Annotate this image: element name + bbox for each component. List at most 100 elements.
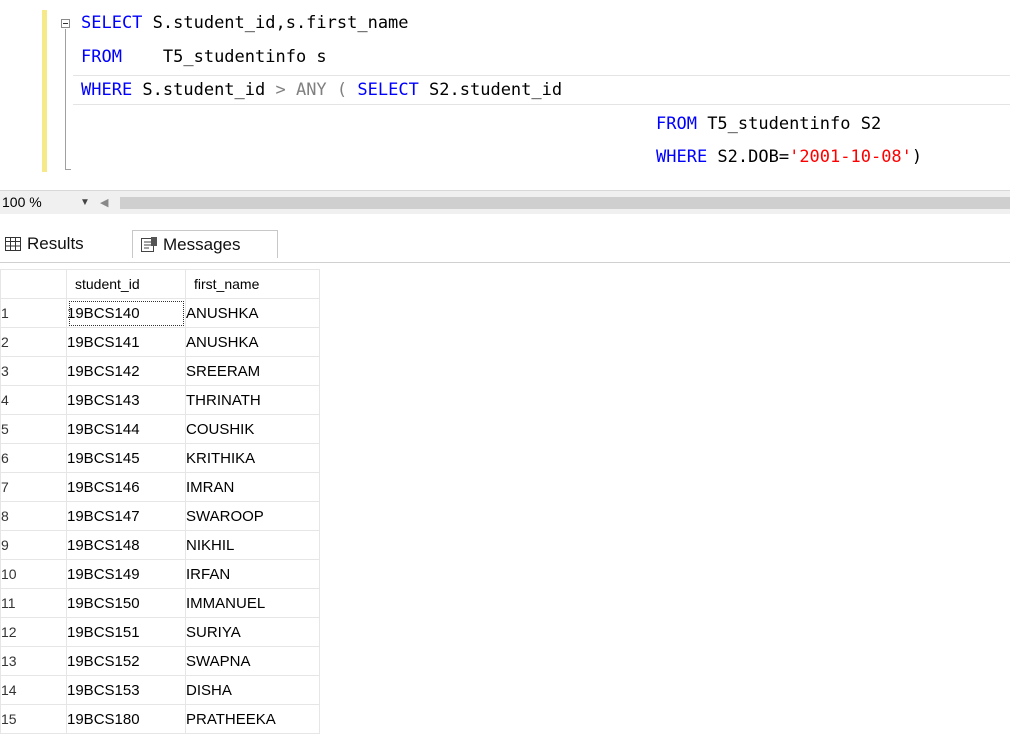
code-text: T5_studentinfo s xyxy=(121,47,327,67)
horizontal-scrollbar[interactable] xyxy=(120,197,1010,209)
change-tracking-bar xyxy=(42,10,47,172)
tab-messages-label: Messages xyxy=(163,234,241,254)
code-text: S2.student_id xyxy=(418,80,563,100)
code-line-2[interactable]: FROM T5_studentinfo s xyxy=(81,46,327,68)
table-row[interactable]: 12 19BCS151 SURIYA xyxy=(0,617,320,647)
code-line-5[interactable]: WHERE S2.DOB='2001-10-08') xyxy=(656,146,922,168)
code-text: ) xyxy=(911,147,923,167)
code-text: T5_studentinfo S2 xyxy=(696,114,882,134)
cell-student-id[interactable]: 19BCS143 xyxy=(66,385,186,415)
cell-first-name[interactable]: ANUSHKA xyxy=(185,298,320,328)
keyword: FROM xyxy=(656,114,697,134)
row-number[interactable]: 15 xyxy=(0,704,67,734)
cell-first-name[interactable]: DISHA xyxy=(185,675,320,705)
cell-student-id[interactable]: 19BCS147 xyxy=(66,501,186,531)
cell-first-name[interactable]: SURIYA xyxy=(185,617,320,647)
keyword: WHERE xyxy=(656,147,708,167)
cell-first-name[interactable]: IMRAN xyxy=(185,472,320,502)
code-line-1[interactable]: SELECT S.student_id,s.first_name xyxy=(81,12,409,34)
keyword: SELECT xyxy=(357,80,419,100)
column-header-first-name[interactable]: first_name xyxy=(185,269,320,299)
table-row[interactable]: 8 19BCS147 SWAROOP xyxy=(0,501,320,531)
cell-student-id[interactable]: 19BCS144 xyxy=(66,414,186,444)
table-row[interactable]: 13 19BCS152 SWAPNA xyxy=(0,646,320,676)
cell-first-name[interactable]: IRFAN xyxy=(185,559,320,589)
row-number[interactable]: 2 xyxy=(0,327,67,357)
table-row[interactable]: 4 19BCS143 THRINATH xyxy=(0,385,320,415)
keyword: WHERE xyxy=(81,80,133,100)
row-number[interactable]: 10 xyxy=(0,559,67,589)
cell-student-id[interactable]: 19BCS148 xyxy=(66,530,186,560)
table-row[interactable]: 6 19BCS145 KRITHIKA xyxy=(0,443,320,473)
cell-first-name[interactable]: PRATHEEKA xyxy=(185,704,320,734)
results-grid: student_id first_name 1 19BCS140 ANUSHKA 2 1… xyxy=(0,262,1010,750)
table-row[interactable]: 5 19BCS144 COUSHIK xyxy=(0,414,320,444)
cell-student-id[interactable]: 19BCS149 xyxy=(66,559,186,589)
row-number[interactable]: 4 xyxy=(0,385,67,415)
row-number[interactable]: 11 xyxy=(0,588,67,618)
cell-first-name[interactable]: SWAROOP xyxy=(185,501,320,531)
cell-first-name[interactable]: KRITHIKA xyxy=(185,443,320,473)
table-row[interactable]: 3 19BCS142 SREERAM xyxy=(0,356,320,386)
table-row[interactable]: 2 19BCS141 ANUSHKA xyxy=(0,327,320,357)
cell-student-id[interactable]: 19BCS153 xyxy=(66,675,186,705)
row-number[interactable]: 3 xyxy=(0,356,67,386)
table-row[interactable]: 1 19BCS140 ANUSHKA xyxy=(0,298,320,328)
zoom-dropdown-icon[interactable]: ▼ xyxy=(80,197,90,208)
cell-first-name[interactable]: SREERAM xyxy=(185,356,320,386)
row-number[interactable]: 12 xyxy=(0,617,67,647)
row-number[interactable]: 5 xyxy=(0,414,67,444)
collapse-outline-icon[interactable] xyxy=(61,19,70,28)
header-row: student_id first_name xyxy=(0,269,320,299)
results-table: student_id first_name 1 19BCS140 ANUSHKA 2 1… xyxy=(0,269,320,734)
cell-student-id[interactable]: 19BCS141 xyxy=(66,327,186,357)
cell-student-id[interactable]: 19BCS145 xyxy=(66,443,186,473)
scroll-left-icon[interactable]: ◀ xyxy=(100,196,108,209)
string-literal: '2001-10-08' xyxy=(789,147,912,167)
table-row[interactable]: 10 19BCS149 IRFAN xyxy=(0,559,320,589)
outline-guide-end xyxy=(65,169,71,170)
operator: > ANY ( xyxy=(275,80,348,100)
row-number-header[interactable] xyxy=(0,269,67,299)
code-line-3[interactable]: WHERE S.student_id > ANY ( SELECT S2.stu… xyxy=(81,79,562,101)
tab-results-label: Results xyxy=(27,234,84,253)
row-number[interactable]: 9 xyxy=(0,530,67,560)
cell-first-name[interactable]: NIKHIL xyxy=(185,530,320,560)
row-number[interactable]: 6 xyxy=(0,443,67,473)
cell-student-id[interactable]: 19BCS151 xyxy=(66,617,186,647)
column-header-student-id[interactable]: student_id xyxy=(66,269,186,299)
results-tabs: Results Messages xyxy=(0,214,1010,260)
row-number[interactable]: 14 xyxy=(0,675,67,705)
cell-student-id[interactable]: 19BCS140 xyxy=(66,298,186,328)
zoom-level[interactable]: 100 % xyxy=(2,194,42,210)
cell-first-name[interactable]: THRINATH xyxy=(185,385,320,415)
grid-icon xyxy=(5,237,21,251)
code-line-4[interactable]: FROM T5_studentinfo S2 xyxy=(656,113,881,135)
table-row[interactable]: 9 19BCS148 NIKHIL xyxy=(0,530,320,560)
cell-first-name[interactable]: COUSHIK xyxy=(185,414,320,444)
zoom-strip: 100 % ▼ ◀ xyxy=(0,190,1010,215)
cell-first-name[interactable]: SWAPNA xyxy=(185,646,320,676)
row-number[interactable]: 1 xyxy=(0,298,67,328)
cell-first-name[interactable]: IMMANUEL xyxy=(185,588,320,618)
cell-first-name[interactable]: ANUSHKA xyxy=(185,327,320,357)
keyword: SELECT xyxy=(81,13,143,33)
messages-icon xyxy=(141,237,157,252)
table-row[interactable]: 14 19BCS153 DISHA xyxy=(0,675,320,705)
cell-student-id[interactable]: 19BCS146 xyxy=(66,472,186,502)
table-row[interactable]: 15 19BCS180 PRATHEEKA xyxy=(0,704,320,734)
row-number[interactable]: 7 xyxy=(0,472,67,502)
cell-student-id[interactable]: 19BCS142 xyxy=(66,356,186,386)
table-row[interactable]: 7 19BCS146 IMRAN xyxy=(0,472,320,502)
editor-gutter xyxy=(0,0,42,190)
row-number[interactable]: 13 xyxy=(0,646,67,676)
row-number[interactable]: 8 xyxy=(0,501,67,531)
keyword: FROM xyxy=(81,47,122,67)
tab-messages[interactable]: Messages xyxy=(132,230,278,258)
tab-results[interactable]: Results xyxy=(0,230,130,258)
cell-student-id[interactable]: 19BCS152 xyxy=(66,646,186,676)
cell-student-id[interactable]: 19BCS180 xyxy=(66,704,186,734)
table-row[interactable]: 11 19BCS150 IMMANUEL xyxy=(0,588,320,618)
sql-editor[interactable]: SELECT S.student_id,s.first_name FROM T5… xyxy=(0,0,1010,190)
cell-student-id[interactable]: 19BCS150 xyxy=(66,588,186,618)
